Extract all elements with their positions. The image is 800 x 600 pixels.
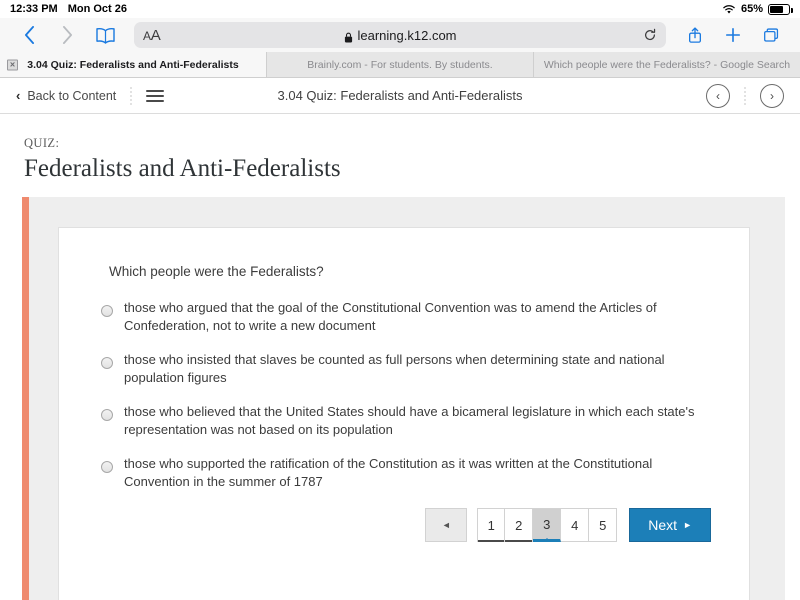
browser-back-button[interactable] (12, 21, 46, 49)
answer-option[interactable]: those who argued that the goal of the Co… (87, 299, 721, 334)
browser-toolbar: AA learning.k12.com (0, 18, 800, 52)
browser-tab-bar: × 3.04 Quiz: Federalists and Anti-Federa… (0, 52, 800, 78)
browser-tab-google-search[interactable]: Which people were the Federalists? - Goo… (534, 52, 800, 77)
text-size-button[interactable]: AA (143, 27, 161, 44)
answer-option-label: those who supported the ratification of … (124, 456, 653, 489)
pagination: ◄ 1 2 3 4 5 Next ► (87, 508, 721, 543)
question-text: Which people were the Federalists? (109, 264, 324, 279)
pagination-page-5[interactable]: 5 (589, 508, 618, 543)
status-date: Mon Oct 26 (67, 3, 127, 15)
pagination-numbers: 1 2 3 4 5 (477, 508, 618, 543)
next-button-label: Next (648, 517, 678, 534)
nav-pager-controls: ‹ › (706, 83, 784, 108)
new-tab-icon[interactable] (716, 21, 750, 49)
browser-tab-active[interactable]: × 3.04 Quiz: Federalists and Anti-Federa… (0, 52, 267, 77)
pagination-page-1[interactable]: 1 (477, 508, 506, 543)
nav-divider-right (744, 85, 746, 106)
browser-forward-button[interactable] (50, 21, 84, 49)
nav-previous-button[interactable]: ‹ (706, 83, 730, 108)
nav-next-button[interactable]: › (760, 83, 784, 108)
reload-icon[interactable] (643, 28, 657, 42)
radio-button[interactable] (101, 305, 113, 317)
question-card: Which people were the Federalists? those… (58, 227, 750, 600)
answer-option-label: those who argued that the goal of the Co… (124, 300, 657, 333)
next-button[interactable]: Next ► (629, 508, 711, 543)
status-time: 12:33 PM (10, 3, 58, 15)
back-to-content-button[interactable]: ‹ Back to Content (16, 88, 116, 103)
lock-icon (344, 30, 353, 42)
chevron-left-icon: ‹ (16, 88, 21, 103)
back-to-content-label: Back to Content (27, 88, 117, 103)
url-display: learning.k12.com (134, 28, 666, 43)
browser-tab-title: 3.04 Quiz: Federalists and Anti-Federali… (27, 58, 239, 71)
url-text: learning.k12.com (357, 27, 457, 43)
hamburger-menu-icon[interactable] (146, 89, 165, 102)
address-bar[interactable]: AA learning.k12.com (134, 22, 666, 48)
quiz-title: Federalists and Anti-Federalists (24, 155, 341, 182)
nav-divider-left (130, 85, 133, 106)
pagination-page-4[interactable]: 4 (561, 508, 590, 543)
app-nav-bar: ‹ Back to Content 3.04 Quiz: Federalists… (0, 78, 800, 114)
page-title: 3.04 Quiz: Federalists and Anti-Federali… (277, 88, 523, 103)
pagination-page-2[interactable]: 2 (505, 508, 534, 543)
content-area: Which people were the Federalists? those… (0, 197, 800, 600)
share-icon[interactable] (678, 21, 712, 49)
accent-stripe (22, 197, 29, 600)
wifi-icon (722, 4, 736, 15)
bookmarks-icon[interactable] (88, 21, 122, 49)
answer-option-label: those who insisted that slaves be counte… (124, 352, 665, 385)
battery-percent: 65% (740, 3, 763, 15)
status-indicators: 65% (722, 3, 793, 15)
radio-button[interactable] (101, 461, 113, 474)
close-icon[interactable]: × (7, 59, 18, 70)
radio-button[interactable] (101, 357, 113, 370)
quiz-kicker: QUIZ: (24, 136, 60, 150)
battery-icon (768, 3, 793, 15)
quiz-header: QUIZ: Federalists and Anti-Federalists (0, 114, 800, 197)
pagination-prev-button[interactable]: ◄ (425, 508, 468, 543)
ios-status-bar: 12:33 PM Mon Oct 26 65% (0, 0, 800, 18)
radio-button[interactable] (101, 409, 113, 422)
pagination-page-3[interactable]: 3 (533, 508, 562, 543)
answer-option[interactable]: those who supported the ratification of … (87, 455, 721, 490)
arrow-right-icon: ► (683, 520, 692, 531)
answer-option[interactable]: those who believed that the United State… (87, 403, 721, 438)
browser-tab-brainly[interactable]: Brainly.com - For students. By students. (267, 52, 534, 77)
browser-tab-title: Brainly.com - For students. By students. (307, 58, 493, 71)
tabs-overview-icon[interactable] (754, 21, 788, 49)
answer-option-label: those who believed that the United State… (124, 404, 695, 437)
browser-tab-title: Which people were the Federalists? - Goo… (543, 58, 791, 71)
answer-option[interactable]: those who insisted that slaves be counte… (87, 351, 721, 386)
